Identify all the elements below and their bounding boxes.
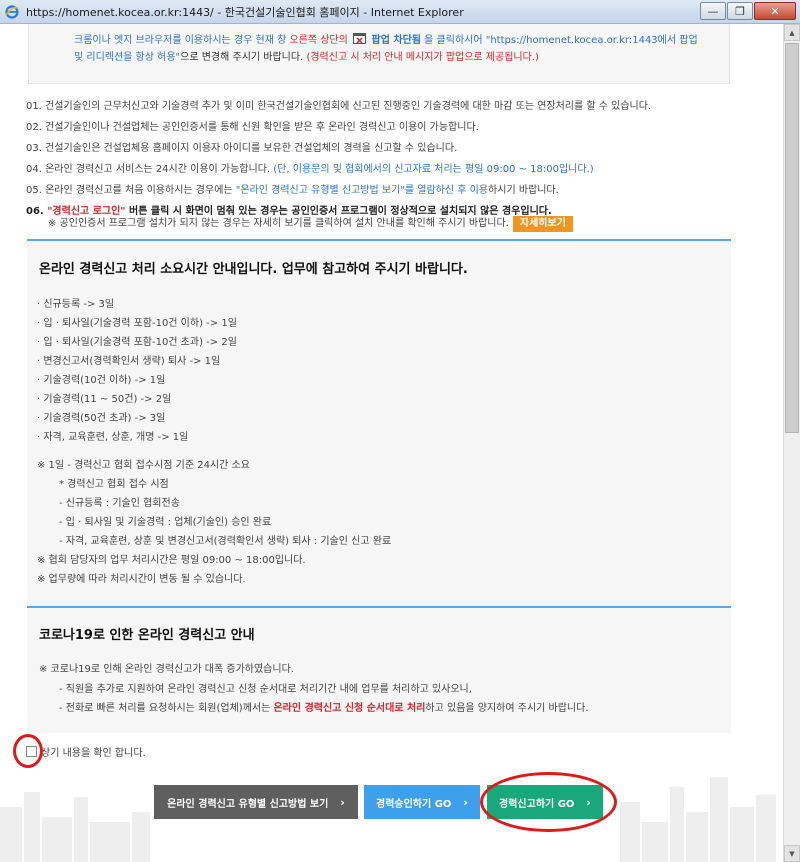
processing-time-item: · 기술경력(50건 초과) -> 3일 bbox=[37, 413, 166, 424]
confirm-label[interactable]: 상기 내용을 확인 합니다. bbox=[41, 744, 146, 759]
processing-title: 온라인 경력신고 처리 소요시간 안내입니다. 업무에 참고하여 주시기 바랍니… bbox=[39, 262, 468, 277]
notice-text: 크롬이나 엣지 브라우저를 이용하시는 경우 현재 창 bbox=[74, 35, 290, 46]
notice-text: 을 클릭하시어 "https://homenet.kocea.or.kr:144… bbox=[421, 35, 698, 46]
career-approve-label: 경력승인하기 GO bbox=[376, 798, 452, 810]
processing-note: - 입 · 퇴사일 및 기술경력 : 업체(기술인) 승인 완료 bbox=[59, 517, 272, 528]
popup-blocked-icon bbox=[353, 33, 367, 44]
notice-text: 오른쪽 상단의 bbox=[289, 35, 348, 46]
corona-notice-panel: 코로나19로 인한 온라인 경력신고 안내 ※ 코로나19로 인해 온라인 경력… bbox=[27, 606, 731, 733]
confirm-checkbox-row[interactable]: 상기 내용을 확인 합니다. bbox=[26, 744, 146, 759]
processing-note: ※ 업무량에 따라 처리시간이 변동 될 수 있습니다. bbox=[37, 574, 246, 585]
corona-text: - 전화로 빠른 처리를 요청하시는 회원(업체)께서는 온라인 경력신고 신청… bbox=[59, 701, 589, 717]
notice-text: 으로 변경해 주시기 바랍니다. bbox=[180, 52, 307, 63]
annotation-circle-report-button bbox=[480, 772, 617, 832]
list-item-text: 하시기 바랍니다. bbox=[488, 185, 559, 196]
corona-text-part: 온라인 경력신고 신청 순서대로 처리 bbox=[273, 703, 426, 714]
list-item: 02. 건설기술인이나 건설업체는 공인인증서를 통해 신원 확인을 받은 후 … bbox=[26, 122, 479, 133]
processing-note: ※ 협회 담당자의 업무 처리시간은 평일 09:00 ~ 18:00입니다. bbox=[37, 555, 306, 566]
notice-text: 및 리디렉션을 항상 허용" bbox=[74, 52, 181, 63]
annotation-circle-checkbox bbox=[13, 734, 43, 768]
processing-time-item: · 자격, 교육훈련, 상훈, 개명 -> 1일 bbox=[37, 432, 189, 443]
processing-time-item: · 기술경력(11 ~ 50건) -> 2일 bbox=[37, 394, 172, 405]
corona-text-part: 하고 있음을 양지하여 주시기 바랍니다. bbox=[425, 703, 589, 714]
corona-text: ※ 코로나19로 인해 온라인 경력신고가 대폭 증가하였습니다. bbox=[39, 664, 294, 675]
detail-view-button[interactable]: 자세히보기 bbox=[512, 216, 573, 232]
window-titlebar: https://homenet.kocea.or.kr:1443/ - 한국건설… bbox=[0, 0, 800, 24]
certificate-note-text: ※ 공인인증서 프로그램 설치가 되지 않는 경우는 자세히 보기를 클릭하여 … bbox=[48, 218, 509, 229]
processing-time-item: · 기술경력(10건 이하) -> 1일 bbox=[37, 375, 166, 386]
notice-text: (경력신고 시 처리 안내 메시지가 팝업으로 제공됩니다.) bbox=[306, 52, 539, 63]
list-item: 04. 온라인 경력신고 서비스는 24시간 이용이 가능합니다. (단, 이용… bbox=[26, 159, 736, 180]
chevron-right-icon: › bbox=[340, 795, 345, 809]
list-item: 05. 온라인 경력신고를 처음 이용하시는 경우에는 "온라인 경력신고 유형… bbox=[26, 180, 736, 201]
processing-time-item: · 변경신고서(경력확인서 생략) 퇴사 -> 1일 bbox=[37, 356, 221, 367]
career-approve-button[interactable]: 경력승인하기 GO › bbox=[364, 785, 480, 819]
vertical-scrollbar[interactable]: ▲ ▼ bbox=[783, 24, 800, 862]
restore-button[interactable]: ❐ bbox=[727, 2, 753, 20]
processing-time-item: · 입 · 퇴사일(기술경력 포함-10건 초과) -> 2일 bbox=[37, 337, 237, 348]
scroll-down-icon[interactable]: ▼ bbox=[784, 845, 800, 862]
popup-notice-box: 크롬이나 엣지 브라우저를 이용하시는 경우 현재 창 오른쪽 상단의 팝업 차… bbox=[28, 24, 730, 84]
processing-note: - 자격, 교육훈련, 상훈 및 변경신고서(경력확인서 생략) 퇴사 : 기술… bbox=[59, 536, 392, 547]
processing-time-panel: 온라인 경력신고 처리 소요시간 안내입니다. 업무에 참고하여 주시기 바랍니… bbox=[27, 239, 731, 606]
list-item: 03. 건설기술인은 건설업체용 홈페이지 이용자 아이디를 보유한 건설업체의… bbox=[26, 143, 458, 154]
corona-title: 코로나19로 인한 온라인 경력신고 안내 bbox=[39, 628, 255, 643]
close-button[interactable]: ✕ bbox=[754, 2, 796, 20]
window-title: https://homenet.kocea.or.kr:1443/ - 한국건설… bbox=[26, 5, 464, 19]
list-item-text: 06. bbox=[26, 206, 48, 217]
list-item-text: (단, 이용문의 및 협회에서의 신고자료 처리는 평일 09:00 ~ 18:… bbox=[273, 164, 594, 175]
chevron-right-icon: › bbox=[463, 795, 468, 809]
list-item-text: 04. 온라인 경력신고 서비스는 24시간 이용이 가능합니다. bbox=[26, 164, 274, 175]
list-item-text: 05. 온라인 경력신고를 처음 이용하시는 경우에는 bbox=[26, 185, 236, 196]
scroll-up-icon[interactable]: ▲ bbox=[784, 24, 800, 41]
list-item-text: "온라인 경력신고 유형별 신고방법 보기"를 열람하신 후 이용 bbox=[235, 185, 489, 196]
corona-text: - 직원을 추가로 지원하여 온라인 경력신고 신청 순서대로 처리기간 내에 … bbox=[59, 684, 472, 695]
service-notice-list: 01. 건설기술인의 근무처신고와 기술경력 추가 및 이미 한국건설기술인협회… bbox=[26, 96, 736, 222]
processing-note: - 신규등록 : 기술인 협회전송 bbox=[59, 498, 180, 509]
certificate-note: ※ 공인인증서 프로그램 설치가 되지 않는 경우는 자세히 보기를 클릭하여 … bbox=[48, 216, 573, 232]
internet-explorer-icon bbox=[4, 4, 20, 20]
corona-text-part: - 전화로 빠른 처리를 요청하시는 회원(업체)께서는 bbox=[59, 703, 274, 714]
processing-time-item: · 입 · 퇴사일(기술경력 포함-10건 이하) -> 1일 bbox=[37, 318, 237, 329]
processing-note: ※ 1일 - 경력신고 협회 접수시점 기준 24시간 소요 bbox=[37, 460, 250, 471]
guide-view-label: 온라인 경력신고 유형별 신고방법 보기 bbox=[167, 798, 329, 810]
list-item: 01. 건설기술인의 근무처신고와 기술경력 추가 및 이미 한국건설기술인협회… bbox=[26, 101, 652, 112]
processing-note: * 경력신고 협회 접수 시점 bbox=[59, 479, 169, 490]
scrollbar-thumb[interactable] bbox=[785, 43, 799, 433]
minimize-button[interactable]: — bbox=[700, 2, 726, 20]
notice-text: 팝업 차단됨 bbox=[368, 35, 422, 46]
processing-time-item: · 신규등록 -> 3일 bbox=[37, 299, 115, 310]
guide-view-button[interactable]: 온라인 경력신고 유형별 신고방법 보기 › bbox=[154, 785, 358, 819]
